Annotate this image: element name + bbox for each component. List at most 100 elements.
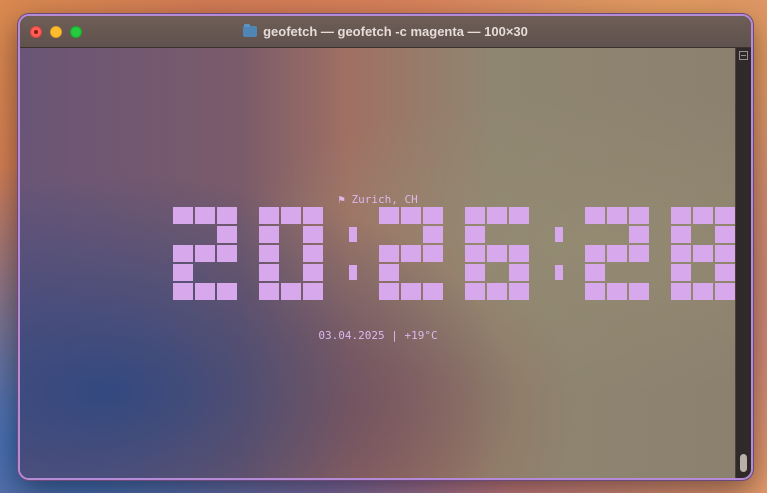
clock-pixel (259, 226, 279, 243)
clock-pixel (465, 207, 485, 224)
clock-colon (345, 206, 367, 301)
clock-digit (173, 206, 239, 301)
clock-pixel (195, 245, 215, 262)
close-button[interactable] (30, 26, 42, 38)
clock-pixel (509, 245, 529, 262)
clock-pixel (259, 283, 279, 300)
clock-pixel (259, 264, 279, 281)
clock-pixel (401, 283, 421, 300)
window-title-group: geofetch — geofetch -c magenta — 100×30 (243, 24, 528, 39)
clock-colon (551, 206, 573, 301)
clock-pixel (585, 283, 605, 300)
clock-pixel (217, 283, 237, 300)
clock-pixel (401, 245, 421, 262)
clock-pixel (465, 283, 485, 300)
info-line: 03.04.2025 | +19°C (20, 329, 736, 342)
clock-pixel (509, 207, 529, 224)
clock-pixel (671, 283, 691, 300)
clock-pixel (715, 283, 735, 300)
clock-pixel (487, 283, 507, 300)
clock-pixel (423, 226, 443, 243)
clock-pixel (629, 283, 649, 300)
title-bar[interactable]: geofetch — geofetch -c magenta — 100×30 (20, 16, 751, 48)
clock-pixel (693, 207, 713, 224)
clock-pixel (465, 245, 485, 262)
ascii-clock (173, 206, 751, 301)
clock-pixel (607, 283, 627, 300)
clock-pixel (671, 207, 691, 224)
clock-pixel (379, 283, 399, 300)
clock-pixel (629, 245, 649, 262)
clock-pixel (715, 207, 735, 224)
clock-pixel (555, 227, 563, 242)
scroll-toggle-icon[interactable] (739, 51, 748, 60)
clock-pixel (465, 264, 485, 281)
clock-pixel (715, 245, 735, 262)
scroll-thumb[interactable] (740, 454, 747, 472)
clock-pixel (671, 245, 691, 262)
clock-pixel (487, 245, 507, 262)
clock-pixel (259, 245, 279, 262)
terminal-window: geofetch — geofetch -c magenta — 100×30 … (18, 14, 753, 480)
clock-pixel (259, 207, 279, 224)
clock-pixel (607, 207, 627, 224)
clock-pixel (423, 283, 443, 300)
clock-pixel (217, 226, 237, 243)
flag-icon: ⚑ (338, 193, 345, 206)
clock-pixel (693, 245, 713, 262)
clock-digit (585, 206, 651, 301)
clock-pixel (303, 226, 323, 243)
folder-icon (243, 24, 258, 37)
clock-pixel (555, 265, 563, 280)
clock-pixel (281, 283, 301, 300)
clock-pixel (715, 226, 735, 243)
clock-pixel (671, 226, 691, 243)
temperature-text: +19°C (404, 329, 438, 342)
clock-pixel (423, 207, 443, 224)
clock-pixel (281, 207, 301, 224)
clock-pixel (173, 283, 193, 300)
clock-pixel (585, 264, 605, 281)
minimize-button[interactable] (50, 26, 62, 38)
location-line: ⚑ Zurich, CH (20, 193, 736, 206)
clock-pixel (173, 245, 193, 262)
clock-pixel (303, 283, 323, 300)
clock-pixel (509, 283, 529, 300)
clock-digit (465, 206, 531, 301)
clock-digit (671, 206, 737, 301)
clock-pixel (303, 245, 323, 262)
clock-pixel (509, 264, 529, 281)
clock-pixel (217, 207, 237, 224)
clock-pixel (349, 265, 357, 280)
clock-pixel (715, 264, 735, 281)
clock-pixel (585, 207, 605, 224)
zoom-button[interactable] (70, 26, 82, 38)
clock-pixel (401, 207, 421, 224)
scrollbar[interactable] (735, 48, 751, 478)
clock-pixel (195, 207, 215, 224)
clock-pixel (195, 283, 215, 300)
clock-pixel (379, 264, 399, 281)
clock-pixel (303, 207, 323, 224)
clock-pixel (303, 264, 323, 281)
clock-digit (379, 206, 445, 301)
clock-pixel (173, 264, 193, 281)
location-text: Zurich, CH (351, 193, 418, 206)
clock-pixel (607, 245, 627, 262)
traffic-lights (30, 26, 82, 38)
clock-pixel (465, 226, 485, 243)
clock-pixel (349, 227, 357, 242)
clock-pixel (629, 226, 649, 243)
clock-pixel (379, 245, 399, 262)
clock-pixel (217, 245, 237, 262)
clock-pixel (585, 245, 605, 262)
clock-pixel (173, 207, 193, 224)
window-title: geofetch — geofetch -c magenta — 100×30 (263, 24, 528, 39)
date-text: 03.04.2025 (318, 329, 385, 342)
separator-text: | (391, 329, 398, 342)
clock-pixel (423, 245, 443, 262)
terminal-content[interactable]: ⚑ Zurich, CH 03.04.2025 | +19°C (20, 48, 751, 478)
clock-pixel (487, 207, 507, 224)
clock-digit (259, 206, 325, 301)
clock-pixel (629, 207, 649, 224)
